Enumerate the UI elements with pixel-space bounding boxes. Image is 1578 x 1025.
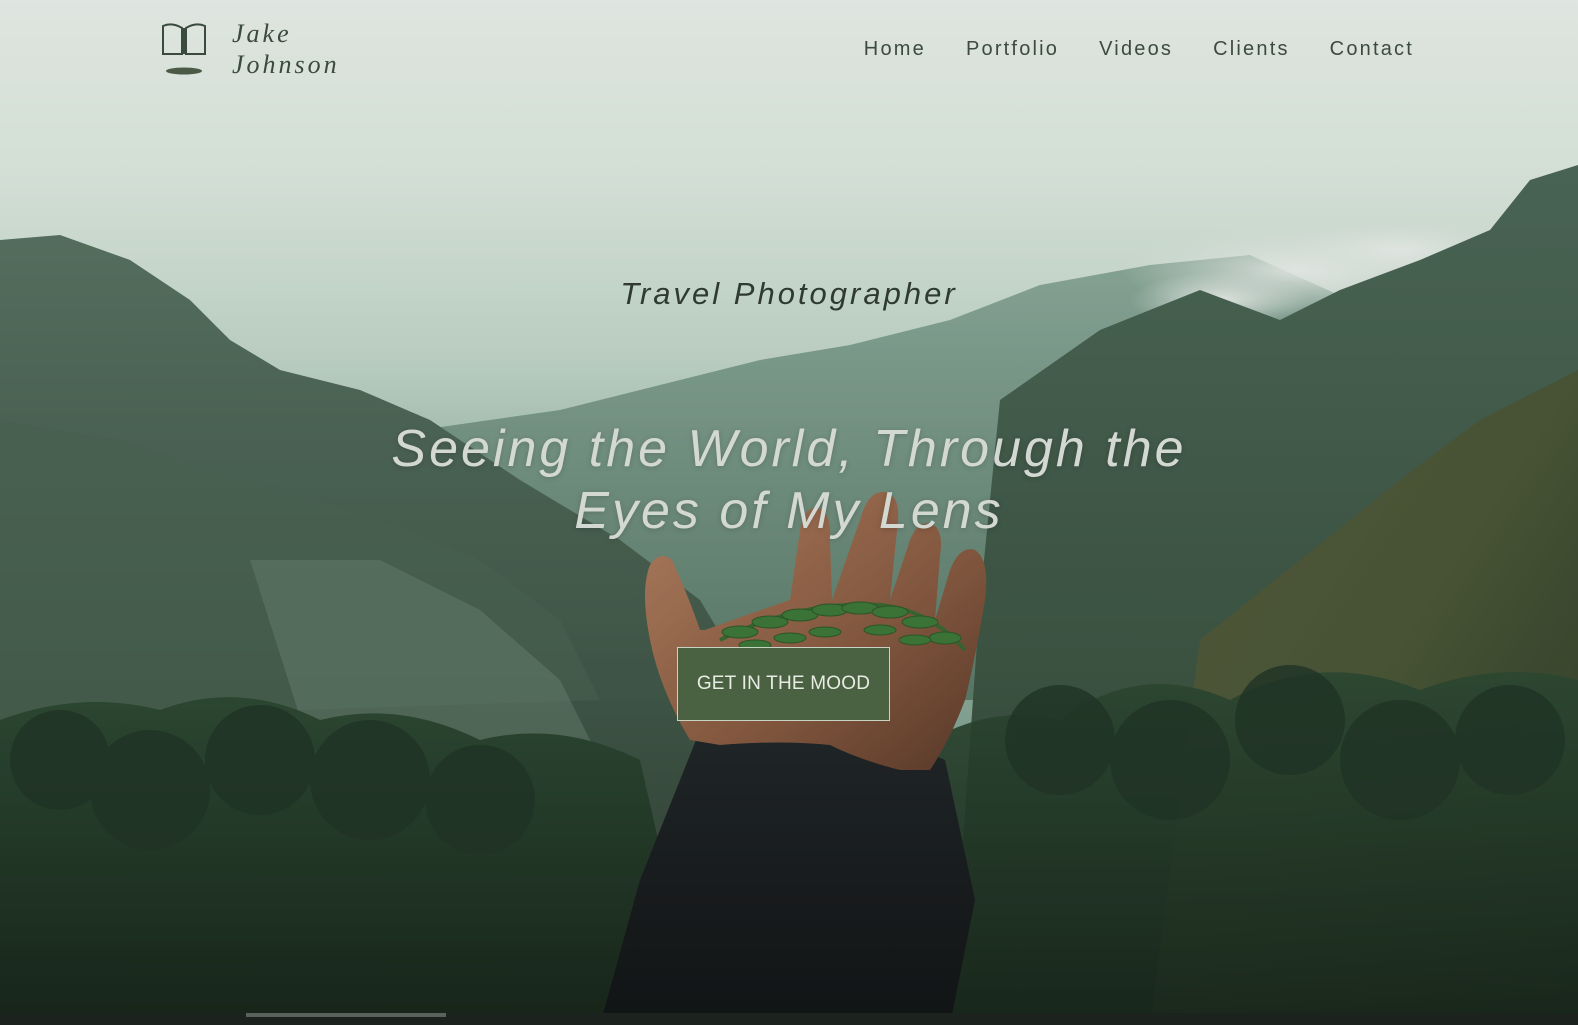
nav-item-contact[interactable]: Contact [1330,38,1414,61]
hero-subtitle: Travel Photographer [620,276,958,311]
get-in-the-mood-button[interactable]: GET IN THE MOOD [677,647,890,721]
brand-logo[interactable]: Jake Johnson [160,18,340,80]
nav-item-videos[interactable]: Videos [1099,38,1173,61]
brand-last-name: Johnson [232,50,340,79]
hero-section: Jake Johnson Home Portfolio Videos Clien… [0,0,1578,1025]
brand-first-name: Jake [232,19,292,48]
site-header: Jake Johnson Home Portfolio Videos Clien… [0,0,1578,100]
hero-headline-line-2: Eyes of My Lens [574,482,1004,540]
hero-headline: Seeing the World, Through the Eyes of My… [289,418,1289,542]
hero-headline-line-1: Seeing the World, Through the [391,420,1187,478]
open-book-icon [160,18,208,78]
nav-item-clients[interactable]: Clients [1213,38,1290,61]
main-nav: Home Portfolio Videos Clients Contact [824,38,1414,61]
horizontal-scrollbar[interactable] [0,1013,1578,1025]
brand-name: Jake Johnson [232,18,340,80]
nav-item-portfolio[interactable]: Portfolio [966,38,1059,61]
nav-item-home[interactable]: Home [864,38,926,61]
scrollbar-thumb[interactable] [246,1013,446,1017]
